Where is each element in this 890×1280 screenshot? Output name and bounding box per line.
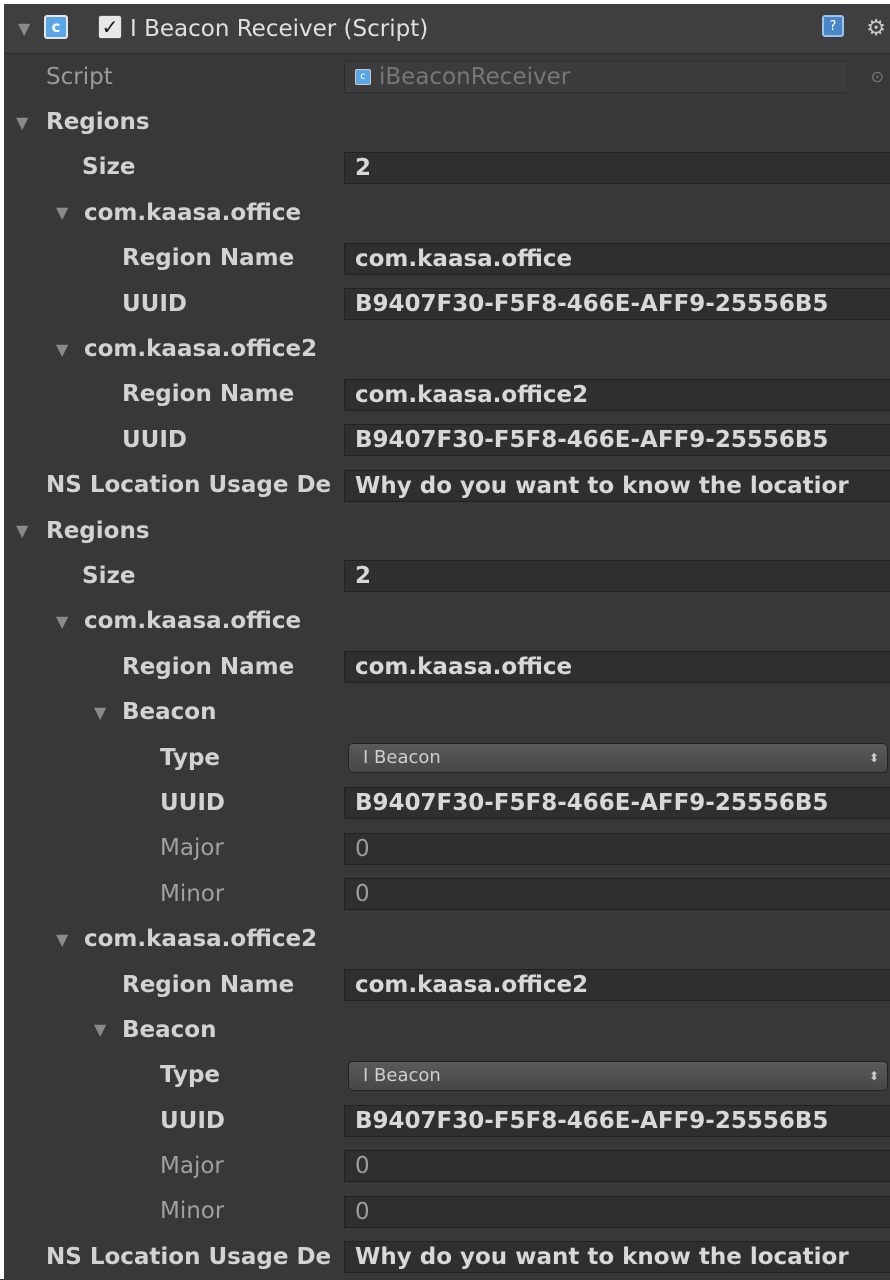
component-header[interactable]: ▼ c ✓ I Beacon Receiver (Script) ? ⚙: [4, 4, 890, 54]
foldout-arrow-icon[interactable]: ▼: [56, 190, 68, 235]
region-label: com.kaasa.office: [84, 608, 302, 635]
type-dropdown[interactable]: I Beacon ⬍: [348, 742, 888, 773]
beacon-foldout[interactable]: ▼ Beacon: [4, 1007, 890, 1052]
size-row: Size 2: [4, 145, 890, 190]
uuid-label: UUID: [122, 426, 188, 453]
region-label: com.kaasa.office2: [84, 926, 318, 953]
script-file-icon: c: [355, 69, 371, 85]
ns-location-row: NS Location Usage De Why do you want to …: [4, 463, 890, 508]
beacon-label: Beacon: [122, 1016, 217, 1043]
uuid-label: UUID: [160, 789, 226, 816]
uuid-field[interactable]: B9407F30-F5F8-466E-AFF9-25556B5: [344, 787, 890, 820]
region-name-row: Region Name com.kaasa.office2: [4, 962, 890, 1007]
type-dropdown[interactable]: I Beacon ⬍: [348, 1060, 888, 1091]
script-object-field[interactable]: c iBeaconReceiver: [344, 61, 846, 93]
regions-label: Regions: [46, 109, 150, 136]
dropdown-arrows-icon: ⬍: [868, 750, 879, 765]
foldout-arrow-icon[interactable]: ▼: [56, 599, 68, 644]
region-name-field[interactable]: com.kaasa.office: [344, 242, 890, 275]
uuid-field[interactable]: B9407F30-F5F8-466E-AFF9-25556B5: [344, 424, 890, 457]
minor-field[interactable]: 0: [344, 878, 890, 911]
minor-label: Minor: [160, 880, 225, 907]
size-row: Size 2: [4, 553, 890, 598]
region-name-field[interactable]: com.kaasa.office2: [344, 968, 890, 1001]
minor-row: Minor 0: [4, 1189, 890, 1234]
region-foldout[interactable]: ▼ com.kaasa.office: [4, 599, 890, 644]
major-field[interactable]: 0: [344, 1150, 890, 1183]
beacon-foldout[interactable]: ▼ Beacon: [4, 689, 890, 734]
uuid-field[interactable]: B9407F30-F5F8-466E-AFF9-25556B5: [344, 1104, 890, 1137]
uuid-label: UUID: [160, 1107, 226, 1134]
region-name-label: Region Name: [122, 971, 295, 998]
major-label: Major: [160, 1153, 224, 1180]
ns-location-label: NS Location Usage De: [46, 472, 332, 499]
uuid-label: UUID: [122, 290, 188, 317]
type-value: I Beacon: [363, 747, 441, 769]
object-picker-icon[interactable]: ⊙: [871, 54, 884, 99]
uuid-row: UUID B9407F30-F5F8-466E-AFF9-25556B5: [4, 417, 890, 462]
uuid-row: UUID B9407F30-F5F8-466E-AFF9-25556B5: [4, 281, 890, 326]
script-row: Script c iBeaconReceiver ⊙: [4, 54, 890, 99]
ns-location-field[interactable]: Why do you want to know the locatior: [344, 1241, 890, 1274]
region-foldout[interactable]: ▼ com.kaasa.office: [4, 190, 890, 235]
type-row: Type I Beacon ⬍: [4, 1053, 890, 1098]
region-name-label: Region Name: [122, 653, 295, 680]
regions-label: Regions: [46, 517, 150, 544]
region-label: com.kaasa.office2: [84, 336, 318, 363]
region-label: com.kaasa.office: [84, 199, 302, 226]
region-name-row: Region Name com.kaasa.office: [4, 236, 890, 281]
region-name-field[interactable]: com.kaasa.office2: [344, 378, 890, 411]
foldout-arrow-icon[interactable]: ▼: [18, 4, 30, 53]
minor-row: Minor 0: [4, 871, 890, 916]
minor-field[interactable]: 0: [344, 1195, 890, 1228]
size-field[interactable]: 2: [344, 151, 890, 184]
region-foldout[interactable]: ▼ com.kaasa.office2: [4, 916, 890, 961]
ns-location-field[interactable]: Why do you want to know the locatior: [344, 469, 890, 502]
ns-location-label: NS Location Usage De: [46, 1243, 332, 1270]
major-row: Major 0: [4, 1143, 890, 1188]
foldout-arrow-icon[interactable]: ▼: [16, 99, 28, 144]
foldout-arrow-icon[interactable]: ▼: [94, 689, 106, 734]
region-name-label: Region Name: [122, 245, 295, 272]
ns-location-row: NS Location Usage De Why do you want to …: [4, 1234, 890, 1279]
uuid-field[interactable]: B9407F30-F5F8-466E-AFF9-25556B5: [344, 287, 890, 320]
type-row: Type I Beacon ⬍: [4, 735, 890, 780]
region-name-field[interactable]: com.kaasa.office: [344, 651, 890, 684]
beacon-label: Beacon: [122, 699, 217, 726]
foldout-arrow-icon[interactable]: ▼: [94, 1007, 106, 1052]
enabled-checkbox[interactable]: ✓: [98, 15, 122, 39]
foldout-arrow-icon[interactable]: ▼: [16, 508, 28, 553]
region-name-row: Region Name com.kaasa.office2: [4, 372, 890, 417]
script-value: iBeaconReceiver: [379, 64, 571, 90]
type-value: I Beacon: [363, 1065, 441, 1087]
type-label: Type: [160, 1062, 221, 1089]
uuid-row: UUID B9407F30-F5F8-466E-AFF9-25556B5: [4, 780, 890, 825]
major-row: Major 0: [4, 826, 890, 871]
regions-foldout-2[interactable]: ▼ Regions: [4, 508, 890, 553]
foldout-arrow-icon[interactable]: ▼: [56, 326, 68, 371]
major-field[interactable]: 0: [344, 832, 890, 865]
component-title: I Beacon Receiver (Script): [130, 15, 429, 42]
regions-foldout-1[interactable]: ▼ Regions: [4, 99, 890, 144]
region-name-label: Region Name: [122, 381, 295, 408]
type-label: Type: [160, 744, 221, 771]
size-label: Size: [82, 154, 136, 181]
major-label: Major: [160, 835, 224, 862]
dropdown-arrows-icon: ⬍: [868, 1068, 879, 1083]
script-icon: c: [44, 15, 68, 39]
size-label: Size: [82, 562, 136, 589]
gear-icon[interactable]: ⚙: [866, 4, 886, 53]
inspector-panel: ▼ c ✓ I Beacon Receiver (Script) ? ⚙ Scr…: [0, 0, 890, 1279]
minor-label: Minor: [160, 1198, 225, 1225]
help-book-icon[interactable]: ?: [822, 15, 844, 37]
size-field[interactable]: 2: [344, 560, 890, 593]
region-foldout[interactable]: ▼ com.kaasa.office2: [4, 326, 890, 371]
uuid-row: UUID B9407F30-F5F8-466E-AFF9-25556B5: [4, 1098, 890, 1143]
foldout-arrow-icon[interactable]: ▼: [56, 916, 68, 961]
region-name-row: Region Name com.kaasa.office: [4, 644, 890, 689]
script-label: Script: [46, 63, 113, 90]
